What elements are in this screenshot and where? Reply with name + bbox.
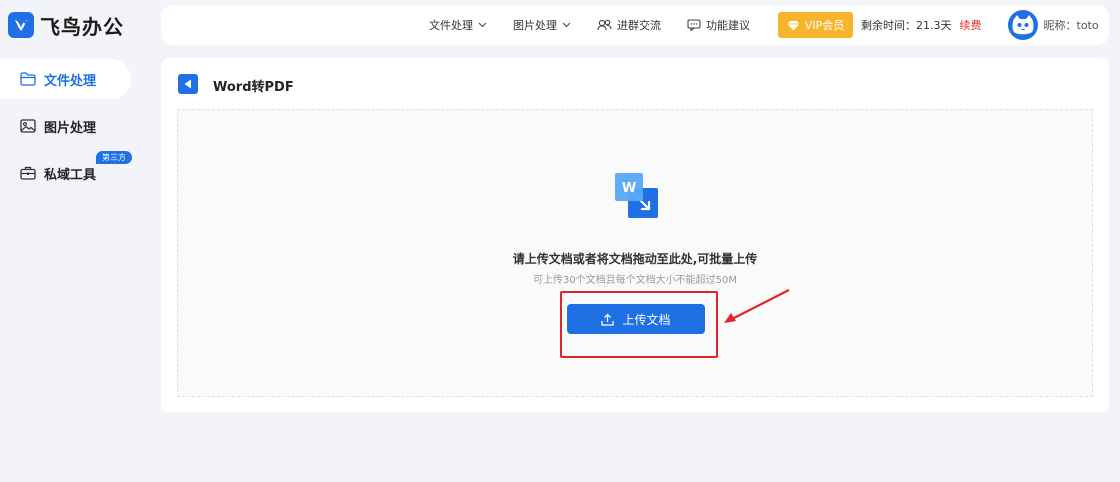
nav-image-processing-label: 图片处理 xyxy=(513,19,557,32)
sidebar-item-label: 图片处理 xyxy=(44,120,97,136)
feedback-label: 功能建议 xyxy=(706,19,750,32)
annotation-highlight-box xyxy=(560,291,718,358)
chevron-down-icon xyxy=(562,22,571,28)
brand-name: 飞鸟办公 xyxy=(40,14,124,39)
remaining-time: 剩余时间：21.3天 xyxy=(861,19,952,32)
main-panel: Word转PDF W 请上传文档或者将文档拖动至此处,可批量上传 可上传30个文… xyxy=(161,58,1109,412)
feedback-link[interactable]: 功能建议 xyxy=(687,17,750,33)
group-chat-label: 进群交流 xyxy=(617,19,661,32)
vip-label: VIP会员 xyxy=(804,19,845,32)
nav-file-processing[interactable]: 文件处理 xyxy=(429,17,487,33)
diamond-icon xyxy=(787,20,800,30)
sidebar-item-label: 私域工具 xyxy=(44,167,97,183)
word-file-badge: W xyxy=(622,181,636,196)
top-header: 文件处理 图片处理 进群交流 功能建议 VIP会员 剩余时间：21.3天 续费 xyxy=(161,5,1109,45)
sidebar-item-file-processing[interactable]: 文件处理 xyxy=(0,59,131,99)
message-icon xyxy=(687,19,701,31)
image-icon xyxy=(20,119,36,133)
users-icon xyxy=(597,19,612,31)
renew-link[interactable]: 续费 xyxy=(960,17,982,33)
nav-image-processing[interactable]: 图片处理 xyxy=(513,17,571,33)
upload-instructions: 请上传文档或者将文档拖动至此处,可批量上传 xyxy=(512,252,758,266)
briefcase-icon xyxy=(20,166,36,180)
brand-logo[interactable]: 飞鸟办公 xyxy=(8,10,124,40)
nickname: 昵称：toto xyxy=(1043,19,1099,32)
annotation-arrow-icon xyxy=(724,289,790,323)
chevron-down-icon xyxy=(478,22,487,28)
sidebar-item-label: 文件处理 xyxy=(44,73,97,89)
upload-limits: 可上传30个文档且每个文档大小不能超过50M xyxy=(532,275,738,286)
folder-icon xyxy=(20,72,36,86)
third-party-badge: 第三方 xyxy=(96,151,132,164)
vip-button[interactable]: VIP会员 xyxy=(778,12,853,38)
nav-file-processing-label: 文件处理 xyxy=(429,19,473,32)
back-arrow-icon xyxy=(184,79,191,89)
page-title: Word转PDF xyxy=(213,80,294,95)
cat-avatar-icon xyxy=(1012,15,1033,35)
word-to-pdf-icon: W xyxy=(615,173,658,218)
back-button[interactable] xyxy=(178,74,198,94)
sidebar-item-image-processing[interactable]: 图片处理 xyxy=(0,106,131,146)
group-chat-link[interactable]: 进群交流 xyxy=(597,17,661,33)
avatar[interactable] xyxy=(1007,10,1038,40)
bird-logo-icon xyxy=(8,12,34,38)
